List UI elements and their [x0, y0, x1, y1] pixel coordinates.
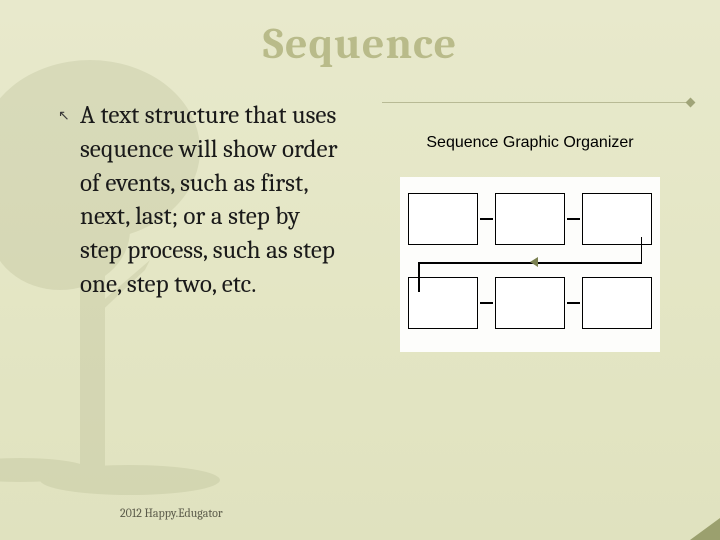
- slide-container: Sequence ↖ A text structure that uses se…: [0, 0, 720, 540]
- organizer-box: [408, 193, 478, 245]
- organizer-box: [582, 277, 652, 329]
- left-column: ↖ A text structure that uses sequence wi…: [40, 99, 340, 352]
- decorative-top-line: [382, 102, 692, 103]
- organizer-connector: [567, 218, 580, 220]
- body-text: A text structure that uses sequence will…: [80, 99, 340, 302]
- organizer-box: [495, 193, 565, 245]
- organizer-row-top: [408, 187, 652, 251]
- right-column: Sequence Graphic Organizer: [380, 99, 680, 352]
- footer-credit: 2012 Happy.Edugator: [120, 506, 223, 520]
- sequence-organizer-diagram: [400, 177, 660, 352]
- organizer-connector: [567, 302, 580, 304]
- organizer-connector: [480, 302, 493, 304]
- organizer-connector: [418, 262, 420, 292]
- slide-title: Sequence: [40, 18, 680, 69]
- bullet-arrow-icon: ↖: [58, 107, 70, 124]
- organizer-connector: [480, 218, 493, 220]
- organizer-arrow-icon: [530, 257, 538, 267]
- organizer-connector: [641, 237, 643, 263]
- corner-accent-icon: [690, 518, 720, 540]
- organizer-label: Sequence Graphic Organizer: [380, 134, 680, 152]
- organizer-row-bottom: [408, 271, 652, 335]
- organizer-box: [495, 277, 565, 329]
- content-row: ↖ A text structure that uses sequence wi…: [40, 99, 680, 352]
